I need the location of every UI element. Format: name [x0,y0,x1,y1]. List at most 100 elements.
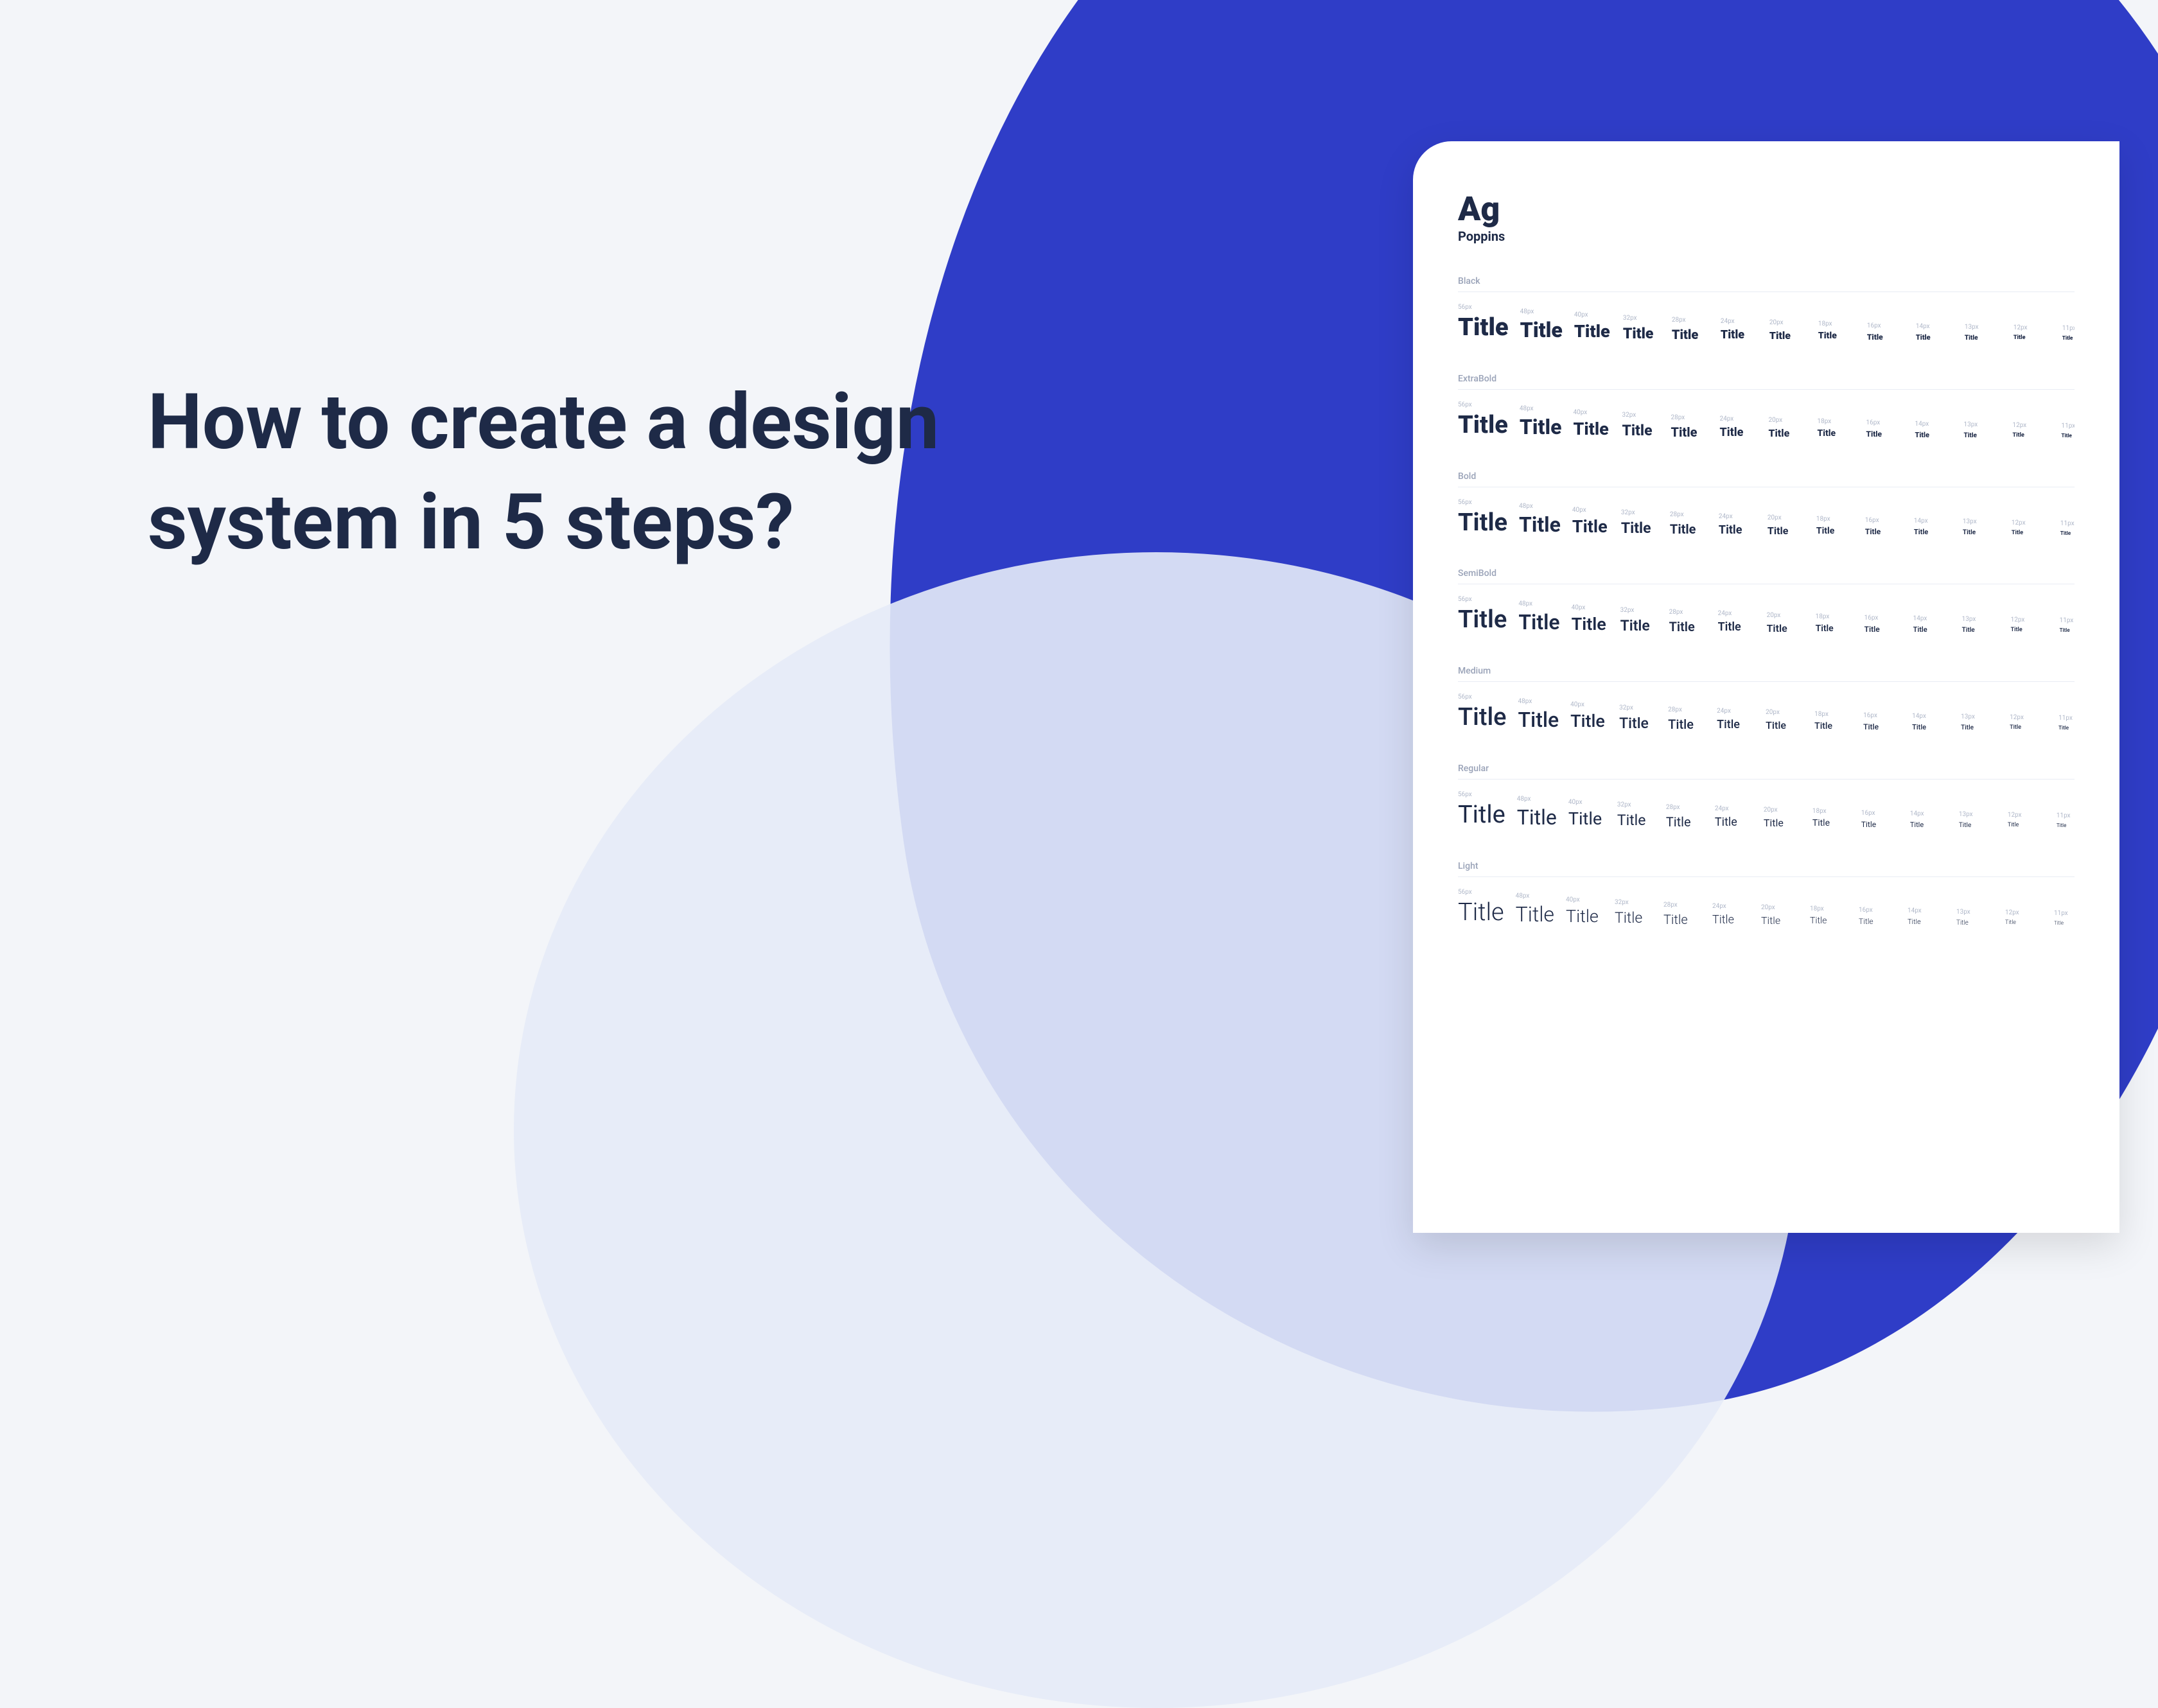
size-sample: 28pxTitle [1671,414,1708,439]
size-sample: 16px Title [1859,907,1896,926]
size-sample: 13pxTitle [1959,811,1996,829]
size-sample: 32pxTitle [1617,801,1654,828]
sample-word: Title [1719,426,1757,439]
size-sample: 48pxTitle [1519,503,1561,536]
size-sample: 12pxTitle [2011,616,2048,634]
sample-word: Title [2057,823,2075,829]
sample-word: Title [1816,527,1854,536]
size-sample: 14pxTitle [1915,421,1952,439]
typography-card: Ag Poppins Black56pxTitle48pxTitle40pxTi… [1413,141,2119,1233]
size-px-label: 28px [1666,804,1703,811]
size-px-label: 20px [1761,904,1798,911]
size-px-label: 14px [1908,907,1945,914]
weight-block-semibold: SemiBold56pxTitle48pxTitle40pxTitle32pxT… [1458,568,2075,634]
size-px-label: 16px [1865,517,1902,524]
sample-word: Title [1912,724,1949,731]
size-px-label: 20px [1767,612,1804,619]
size-sample: 28pxTitle [1669,609,1706,634]
sample-word: Title [1719,524,1756,537]
sample-word: Title [1965,335,2002,342]
size-sample: 16px Title [1865,517,1902,536]
sample-word: Title [1622,423,1659,439]
size-px-label: 18px [1814,711,1852,718]
headline-text: How to create a design system in 5 steps… [148,372,983,573]
size-sample: 24pxTitle [1718,610,1755,634]
size-px-label: 40px [1572,507,1610,514]
size-px-label: 13px [1965,324,2002,331]
sample-word: Title [1717,719,1754,731]
size-px-label: 40px [1568,799,1606,806]
sample-word: Title [1769,330,1807,342]
size-sample: 16px Title [1867,322,1904,342]
size-sample: 40pxTitle [1573,409,1610,439]
size-px-label: 11px [2054,910,2075,917]
size-row: 56pxTitle48pxTitle40pxTitle32pxTitle28px… [1458,889,2075,927]
size-px-label: 32px [1619,704,1656,711]
sample-word: Title [1910,821,1947,829]
sample-word: Title [1859,918,1896,926]
sample-word: Title [1712,914,1750,927]
sample-word: Title [1721,329,1758,342]
weight-label: Medium [1458,666,2075,682]
sample-word: Title [2062,336,2075,342]
size-sample: 56pxTitle [1458,889,1504,927]
size-px-label: 48px [1517,796,1557,803]
sample-word: Title [1458,802,1505,829]
size-row: 56pxTitle48pxTitle40pxTitle32pxTitle28px… [1458,791,2075,829]
sample-word: Title [2011,627,2048,634]
size-px-label: 14px [1913,615,1951,622]
size-px-label: 16px [1861,810,1899,817]
weight-label: Bold [1458,471,2075,487]
size-px-label: 16px [1859,907,1896,914]
size-sample: 48pxTitle [1520,405,1562,439]
sample-word: Title [1761,915,1798,927]
size-sample: 13pxTitle [1962,616,1999,634]
size-sample: 56pxTitle [1458,596,1507,634]
size-px-label: 28px [1668,706,1705,713]
size-px-label: 16px [1867,322,1904,329]
sample-word: Title [2012,433,2049,439]
type-specimen: Ag Poppins [1458,193,2075,244]
sample-word: Title [1816,624,1853,634]
size-sample: 14px Title [1913,615,1951,634]
size-px-label: 13px [1956,909,1994,916]
size-px-label: 24px [1719,415,1757,423]
size-px-label: 28px [1671,414,1708,421]
size-sample: 16pxTitle [1866,419,1903,439]
size-sample: 24px Title [1721,318,1758,342]
sample-word: Title [2013,335,2051,342]
sample-word: Title [1668,717,1705,731]
sample-word: Title [1913,626,1951,634]
size-sample: 12pxTitle [2012,422,2049,439]
size-px-label: 24px [1721,318,1758,325]
size-sample: 11pxTitle [2058,715,2075,731]
size-sample: 32pxTitle [1622,412,1659,439]
size-px-label: 20px [1766,709,1803,716]
size-px-label: 12px [2013,324,2051,331]
sample-word: Title [1867,333,1904,342]
size-sample: 32pxTitle [1615,899,1652,926]
sample-word: Title [1963,432,2001,439]
size-px-label: 20px [1768,417,1805,424]
size-px-label: 40px [1573,409,1610,416]
size-sample: 28pxTitle [1672,317,1709,342]
size-sample: 20pxTitle [1766,709,1803,731]
weight-label: SemiBold [1458,568,2075,584]
size-px-label: 56px [1458,596,1507,603]
size-sample: 13pxTitle [1956,909,1994,927]
sample-word: Title [1623,326,1660,342]
size-row: 56pxTitle48pxTitle40pxTitle32pxTitle28px… [1458,693,2075,731]
size-sample: 40pxTitle [1574,311,1611,342]
sample-word: Title [1458,315,1509,342]
size-px-label: 56px [1458,401,1508,408]
sample-word: Title [1768,428,1805,439]
sample-word: Title [1458,510,1507,537]
size-sample: 18pxTitle [1817,418,1854,439]
sample-word: Title [1617,812,1654,828]
size-sample: 40pxTitle [1568,799,1606,829]
size-px-label: 14px [1915,421,1952,428]
size-sample: 12pxTitle [2012,519,2049,537]
size-px-label: 28px [1672,317,1709,324]
sample-word: Title [1865,528,1902,536]
sample-word: Title [1520,416,1562,439]
